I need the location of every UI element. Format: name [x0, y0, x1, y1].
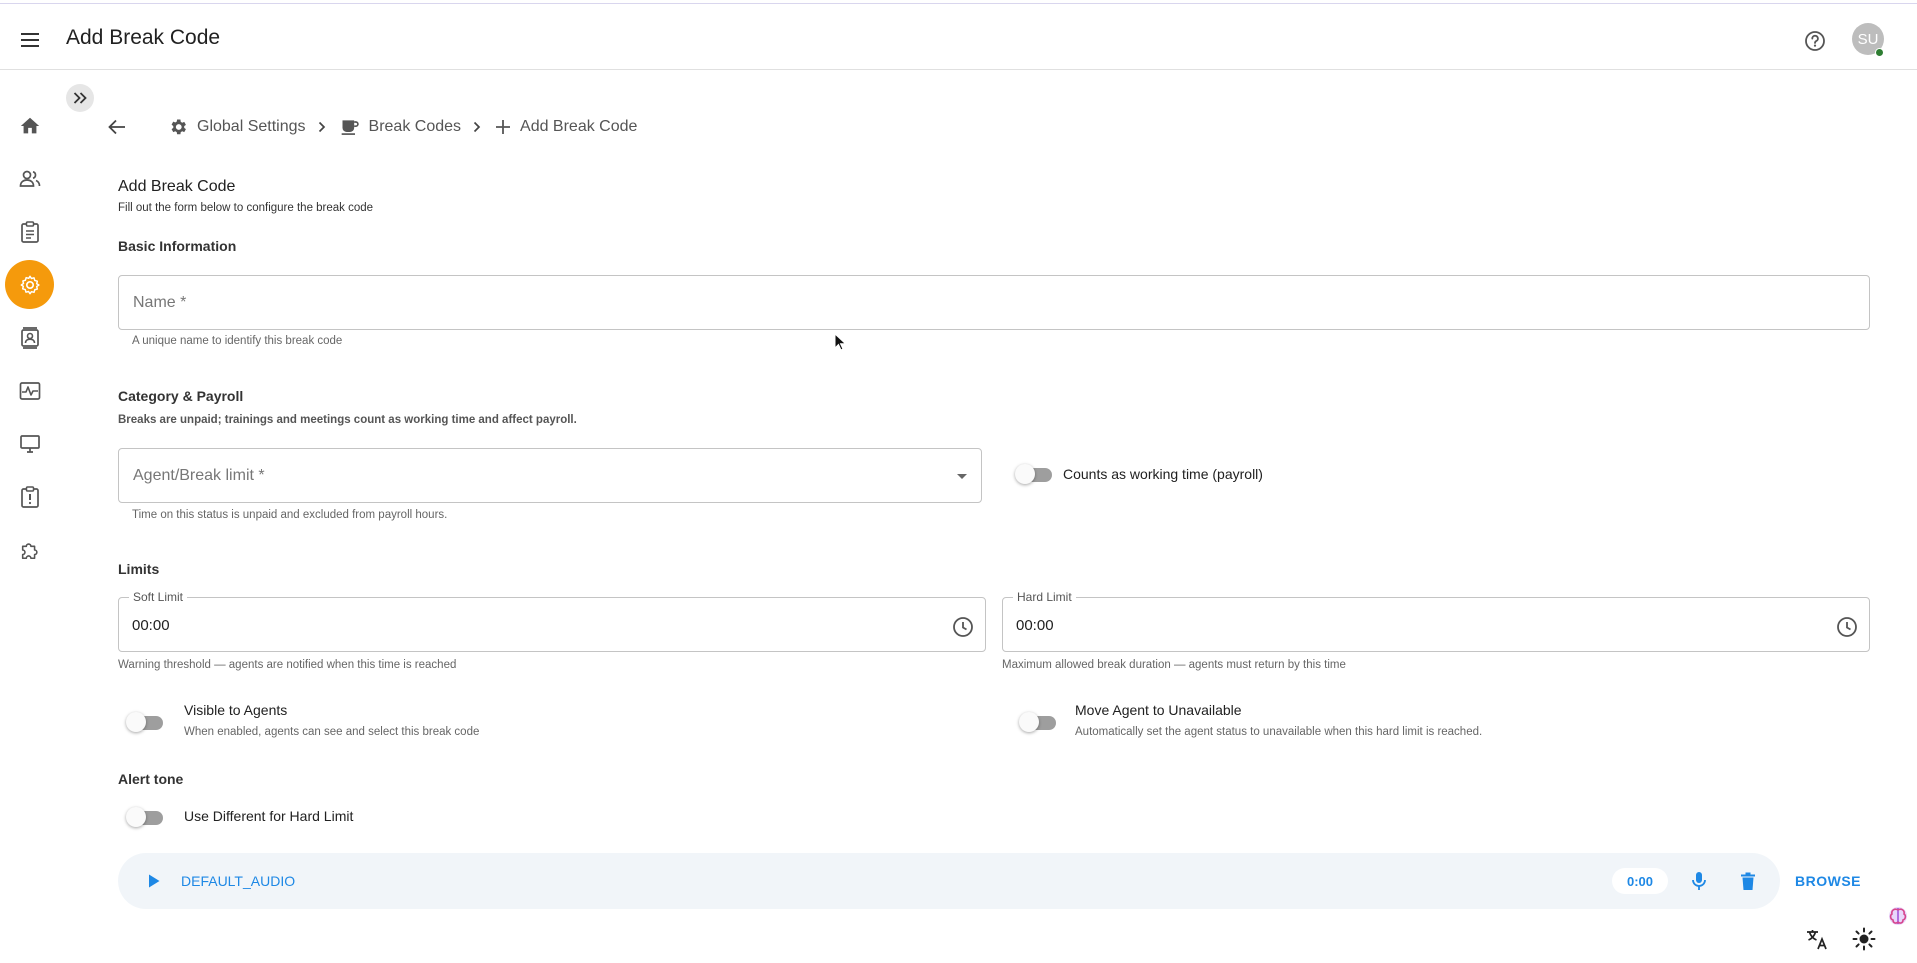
- back-button[interactable]: [108, 119, 126, 135]
- menu-button[interactable]: [14, 24, 46, 56]
- sidebar-item-contacts[interactable]: [5, 313, 54, 362]
- breadcrumb-add-break-code[interactable]: Add Break Code: [495, 118, 637, 136]
- hard-limit-field[interactable]: Hard Limit 00:00: [1002, 590, 1870, 652]
- breadcrumb-global-settings[interactable]: Global Settings: [168, 117, 306, 137]
- agent-break-limit-select[interactable]: Agent/Break limit *: [118, 448, 982, 503]
- mouse-cursor-icon: [834, 333, 846, 351]
- breadcrumb-break-codes[interactable]: Break Codes: [340, 117, 462, 137]
- hamburger-icon: [21, 33, 39, 47]
- use-different-hard-limit-label: Use Different for Hard Limit: [184, 808, 354, 824]
- page-title: Add Break Code: [66, 26, 221, 49]
- dropdown-arrow-icon: [957, 474, 967, 479]
- audio-file-name: DEFAULT_AUDIO: [181, 873, 296, 889]
- select-placeholder: Agent/Break limit *: [133, 467, 265, 484]
- form-title: Add Break Code: [118, 178, 236, 195]
- clipboard-icon: [20, 220, 39, 243]
- home-icon: [20, 117, 39, 133]
- name-field-helper: A unique name to identify this break cod…: [132, 335, 343, 347]
- gear-icon: [20, 275, 40, 294]
- play-button[interactable]: [142, 869, 166, 893]
- brightness-icon[interactable]: [1850, 925, 1878, 953]
- chevron-right-icon: [318, 121, 326, 133]
- sidebar-item-plugins[interactable]: [5, 525, 54, 574]
- sidebar-item-home[interactable]: [5, 101, 54, 150]
- name-field[interactable]: Name *: [118, 275, 1870, 330]
- select-helper: Time on this status is unpaid and exclud…: [132, 509, 448, 521]
- soft-limit-field[interactable]: Soft Limit 00:00: [118, 590, 986, 652]
- top-bar: Add Break Code SU: [0, 3, 1917, 70]
- switch-thumb: [1019, 712, 1039, 732]
- sidebar-item-settings[interactable]: [5, 260, 54, 309]
- move-to-unavailable-desc: Automatically set the agent status to un…: [1075, 726, 1483, 738]
- clock-icon[interactable]: [1835, 615, 1859, 639]
- gear-icon: [171, 119, 186, 135]
- contact-book-icon: [20, 326, 39, 349]
- visible-to-agents-label: Visible to Agents: [184, 702, 288, 718]
- online-status-dot: [1875, 48, 1884, 57]
- help-button[interactable]: [1799, 25, 1831, 57]
- help-icon: [1805, 31, 1825, 51]
- expand-sidebar-button[interactable]: [66, 84, 94, 112]
- section-category-payroll: Category & Payroll: [118, 388, 244, 404]
- working-time-toggle[interactable]: [1015, 464, 1052, 484]
- chevron-right-icon: [473, 121, 481, 133]
- avatar-initials: SU: [1857, 30, 1879, 48]
- puzzle-icon: [21, 542, 38, 559]
- breadcrumb-label: Add Break Code: [520, 118, 638, 135]
- record-button[interactable]: [1686, 868, 1712, 894]
- trash-icon: [1741, 872, 1755, 890]
- breadcrumb-label: Break Codes: [368, 118, 462, 135]
- visible-to-agents-desc: When enabled, agents can see and select …: [184, 726, 480, 738]
- double-chevron-right-icon: [73, 92, 87, 104]
- visible-to-agents-toggle[interactable]: [126, 712, 163, 732]
- people-icon: [19, 170, 40, 187]
- browse-button[interactable]: BROWSE: [1790, 866, 1866, 896]
- plus-icon: [496, 120, 511, 134]
- translate-icon[interactable]: [1803, 925, 1831, 953]
- working-time-label: Counts as working time (payroll): [1063, 466, 1263, 482]
- sidebar-item-users[interactable]: [5, 154, 54, 203]
- app: Add Break Code SU Global Settings Break …: [0, 0, 1917, 963]
- hard-limit-value: 00:00: [1016, 617, 1054, 634]
- move-to-unavailable-toggle[interactable]: [1019, 712, 1056, 732]
- delete-audio-button[interactable]: [1735, 868, 1761, 894]
- clock-icon[interactable]: [951, 615, 975, 639]
- coffee-icon: [341, 120, 359, 135]
- switch-thumb: [126, 712, 146, 732]
- arrow-left-icon: [108, 119, 125, 135]
- soft-limit-label: Soft Limit: [129, 590, 188, 604]
- hard-limit-helper: Maximum allowed break duration — agents …: [1002, 659, 1346, 671]
- monitor-icon: [19, 434, 40, 453]
- brain-icon[interactable]: [1883, 905, 1913, 927]
- sidebar-item-reports[interactable]: [5, 207, 54, 256]
- sidebar-item-monitoring[interactable]: [5, 366, 54, 415]
- breadcrumb: Global Settings Break Codes Add Break Co…: [108, 112, 637, 142]
- audio-time: 0:00: [1612, 868, 1668, 894]
- use-different-hard-limit-toggle[interactable]: [126, 807, 163, 827]
- sidebar-item-alerts[interactable]: [5, 472, 54, 521]
- microphone-icon: [1692, 872, 1706, 890]
- soft-limit-helper: Warning threshold — agents are notified …: [118, 659, 457, 671]
- clipboard-alert-icon: [20, 485, 39, 508]
- form-subtitle: Fill out the form below to configure the…: [118, 202, 374, 214]
- sidebar: [0, 71, 60, 963]
- hard-limit-label: Hard Limit: [1013, 590, 1076, 604]
- switch-thumb: [126, 807, 146, 827]
- switch-thumb: [1015, 464, 1035, 484]
- section-alert-tone: Alert tone: [118, 771, 184, 787]
- soft-limit-value: 00:00: [132, 617, 170, 634]
- move-to-unavailable-label: Move Agent to Unavailable: [1075, 702, 1242, 718]
- category-note: Breaks are unpaid; trainings and meeting…: [118, 414, 577, 426]
- breadcrumb-label: Global Settings: [197, 118, 306, 135]
- play-icon: [149, 874, 160, 888]
- section-basic-information: Basic Information: [118, 238, 237, 254]
- name-field-placeholder: Name *: [133, 294, 187, 311]
- sidebar-item-screens[interactable]: [5, 419, 54, 468]
- audio-player: DEFAULT_AUDIO 0:00: [118, 853, 1780, 909]
- section-limits: Limits: [118, 561, 160, 577]
- pulse-icon: [19, 381, 40, 400]
